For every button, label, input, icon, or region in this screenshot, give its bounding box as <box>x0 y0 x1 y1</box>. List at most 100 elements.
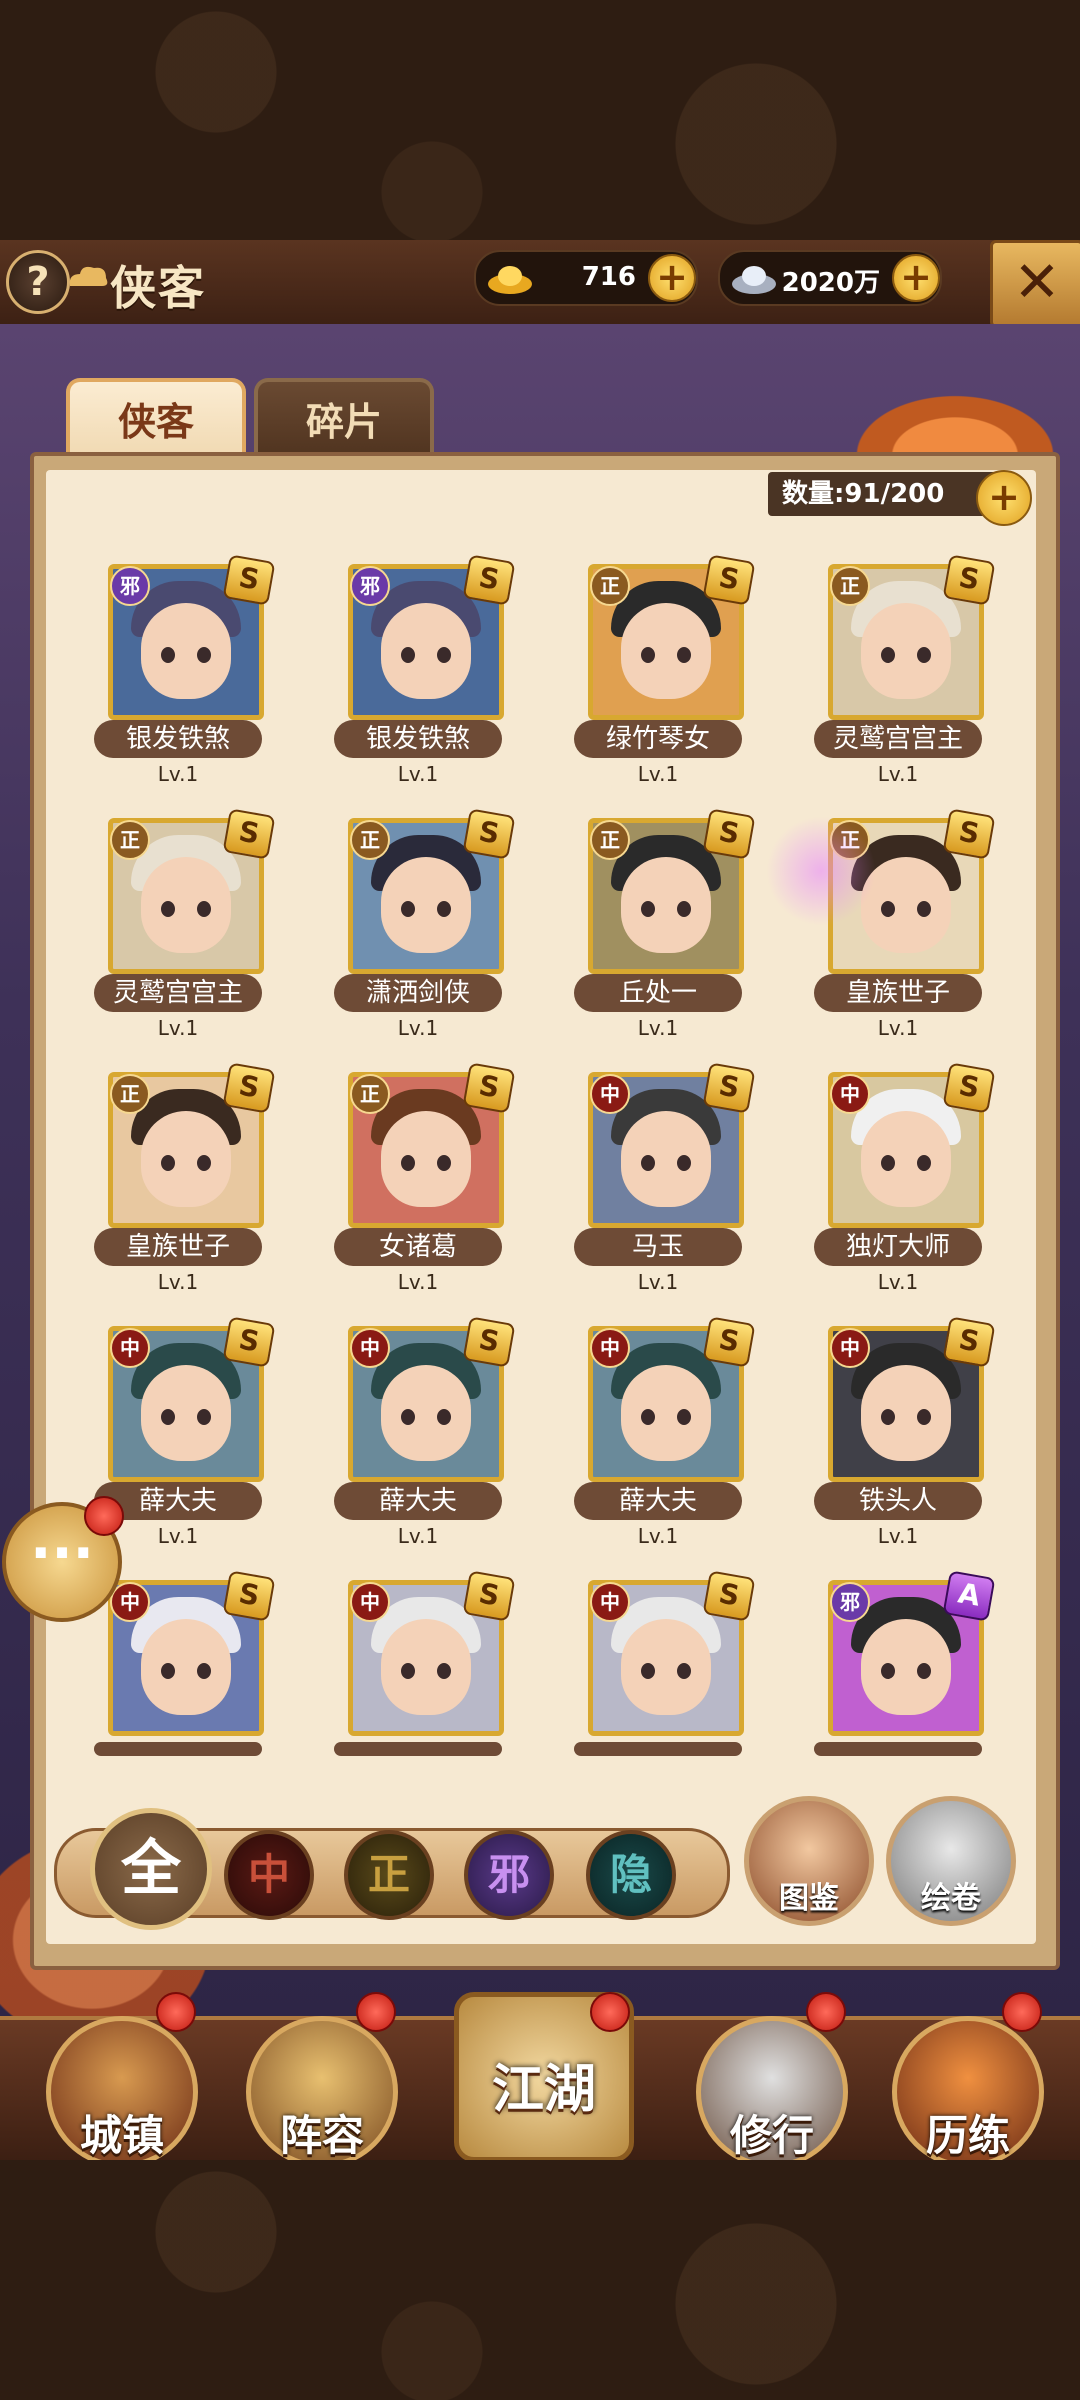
hero-level: Lv.1 <box>397 1524 439 1548</box>
hero-eye <box>437 1409 451 1425</box>
filter-hidden-button[interactable]: 隐 <box>586 1830 676 1920</box>
nav-town[interactable]: 城镇 <box>46 2016 198 2168</box>
nav-town-label: 城镇 <box>79 2111 164 2160</box>
close-button[interactable]: ✕ <box>990 240 1080 328</box>
add-gold-button[interactable]: + <box>648 254 696 302</box>
hero-eye <box>917 901 931 917</box>
hero-card[interactable]: 正 S 女诸葛 Lv.1 <box>320 1062 516 1304</box>
hero-eye <box>881 1663 895 1679</box>
tab-fragments[interactable]: 碎片 <box>254 378 434 462</box>
tab-heroes[interactable]: 侠客 <box>66 378 246 462</box>
hero-eye <box>197 1155 211 1171</box>
faction-badge: 中 <box>590 1328 630 1368</box>
hero-eye <box>197 1663 211 1679</box>
hero-card[interactable]: 中S <box>320 1570 516 1812</box>
add-silver-button[interactable]: + <box>892 254 940 302</box>
page-title: 侠客 <box>110 261 206 315</box>
filter-all-button[interactable]: 全 <box>90 1808 212 1930</box>
grade-badge: S <box>462 1570 516 1622</box>
faction-badge: 正 <box>350 820 390 860</box>
filter-neutral-button[interactable]: 中 <box>224 1830 314 1920</box>
faction-badge: 中 <box>830 1074 870 1114</box>
faction-badge: 正 <box>590 820 630 860</box>
hero-eye <box>677 1663 691 1679</box>
hero-card[interactable]: 中S <box>80 1570 276 1812</box>
hero-card[interactable]: 邪A <box>800 1570 996 1812</box>
hero-eye <box>161 901 175 917</box>
nav-training[interactable]: 修行 <box>696 2016 848 2168</box>
hero-card[interactable]: 正 S 皇族世子 Lv.1 <box>80 1062 276 1304</box>
hero-card[interactable]: 中 S 铁头人 Lv.1 <box>800 1316 996 1558</box>
grade-badge: S <box>222 1062 276 1114</box>
nav-trial-label: 历练 <box>925 2111 1010 2160</box>
hero-card[interactable]: 中 S 薛大夫 Lv.1 <box>560 1316 756 1558</box>
hero-card[interactable]: 中 S 独灯大师 Lv.1 <box>800 1062 996 1304</box>
scroll-button[interactable]: 绘卷 <box>886 1796 1016 1926</box>
nav-training-label: 修行 <box>729 2111 814 2160</box>
hero-name <box>94 1742 262 1756</box>
hero-card[interactable]: 邪 S 银发铁煞 Lv.1 <box>320 554 516 796</box>
grade-badge: S <box>702 1316 756 1368</box>
hero-face <box>621 857 711 953</box>
hero-name: 灵鹫宫宫主 <box>94 974 262 1012</box>
hero-level: Lv.1 <box>877 1016 919 1040</box>
nav-trial[interactable]: 历练 <box>892 2016 1044 2168</box>
top-background <box>0 0 1080 240</box>
grade-badge: S <box>222 1316 276 1368</box>
hero-card[interactable]: 正 S 灵鹫宫宫主 Lv.1 <box>800 554 996 796</box>
grade-badge: S <box>222 554 276 606</box>
hero-card[interactable]: 正 S 灵鹫宫宫主 Lv.1 <box>80 808 276 1050</box>
gold-amount: 716 <box>581 262 636 292</box>
hero-eye <box>917 1155 931 1171</box>
expand-capacity-button[interactable]: + <box>976 470 1032 526</box>
cloud-icon <box>69 266 108 286</box>
faction-badge: 正 <box>830 566 870 606</box>
hero-card[interactable]: 中 S 薛大夫 Lv.1 <box>320 1316 516 1558</box>
hero-face <box>621 1111 711 1207</box>
codex-label: 图鉴 <box>779 1881 839 1916</box>
hero-name: 绿竹琴女 <box>574 720 742 758</box>
hero-face <box>141 857 231 953</box>
hero-name: 独灯大师 <box>814 1228 982 1266</box>
hero-count: 数量:91/200 <box>768 472 1008 516</box>
hero-name <box>814 1742 982 1756</box>
grade-badge: S <box>942 1316 996 1368</box>
hero-name: 皇族世子 <box>814 974 982 1012</box>
hero-face <box>861 603 951 699</box>
filter-righteous-button[interactable]: 正 <box>344 1830 434 1920</box>
hero-level: Lv.1 <box>877 762 919 786</box>
hero-level: Lv.1 <box>877 1270 919 1294</box>
nav-lineup[interactable]: 阵容 <box>246 2016 398 2168</box>
hero-card[interactable]: 正 S 绿竹琴女 Lv.1 <box>560 554 756 796</box>
filter-evil-button[interactable]: 邪 <box>464 1830 554 1920</box>
hero-card[interactable]: 邪 S 银发铁煞 Lv.1 <box>80 554 276 796</box>
hero-card[interactable]: 中 S 马玉 Lv.1 <box>560 1062 756 1304</box>
hero-name: 马玉 <box>574 1228 742 1266</box>
grade-badge: S <box>942 808 996 860</box>
grade-badge: S <box>702 808 756 860</box>
hero-face <box>381 857 471 953</box>
hero-name <box>574 1742 742 1756</box>
hero-eye <box>641 901 655 917</box>
hero-eye <box>437 1663 451 1679</box>
hero-eye <box>917 647 931 663</box>
hero-level: Lv.1 <box>397 1016 439 1040</box>
help-button[interactable]: ? <box>6 250 70 314</box>
hero-level: Lv.1 <box>637 1270 679 1294</box>
hero-face <box>141 603 231 699</box>
hero-eye <box>401 647 415 663</box>
hero-eye <box>401 1663 415 1679</box>
hero-eye <box>641 1155 655 1171</box>
grade-badge: S <box>222 808 276 860</box>
codex-button[interactable]: 图鉴 <box>744 1796 874 1926</box>
hero-name <box>334 1742 502 1756</box>
faction-badge: 中 <box>350 1582 390 1622</box>
hero-name: 薛大夫 <box>574 1482 742 1520</box>
trial-notification-dot <box>1002 1992 1042 2032</box>
grade-badge: S <box>462 808 516 860</box>
hero-card[interactable]: 正 S 潇洒剑侠 Lv.1 <box>320 808 516 1050</box>
faction-badge: 正 <box>350 1074 390 1114</box>
silver-ingot-icon <box>732 266 776 294</box>
hero-card[interactable]: 中S <box>560 1570 756 1812</box>
hero-card[interactable]: 正 S 丘处一 Lv.1 <box>560 808 756 1050</box>
